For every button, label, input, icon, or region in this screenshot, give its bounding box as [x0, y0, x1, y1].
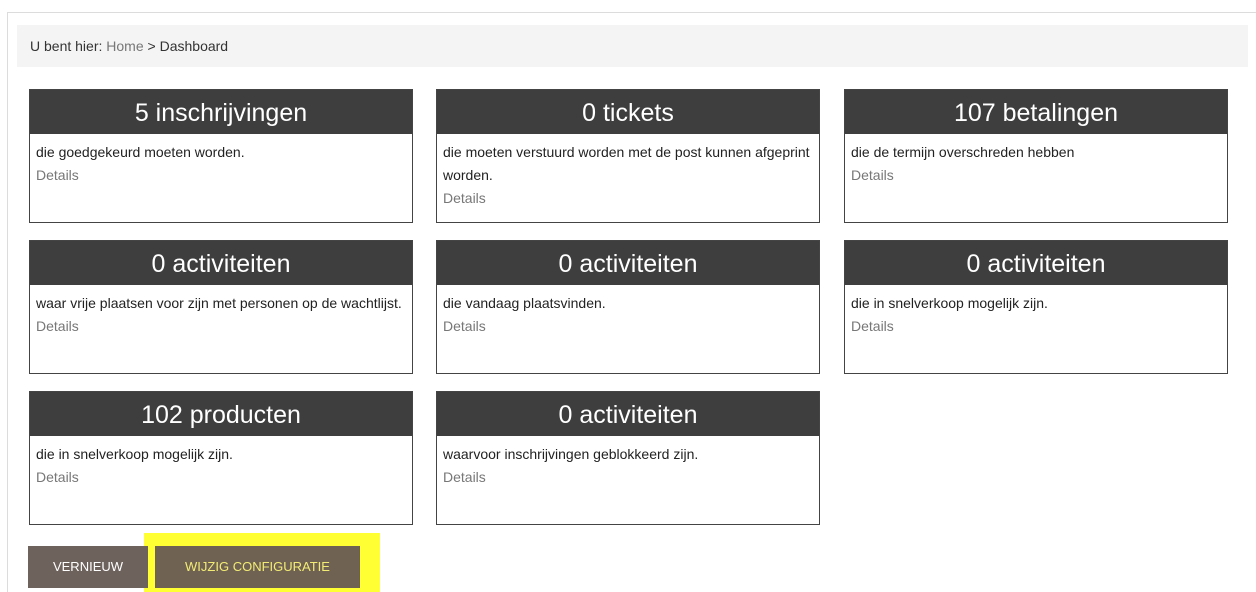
card-body: waar vrije plaatsen voor zijn met person…	[30, 285, 412, 338]
card-description: die goedgekeurd moeten worden.	[36, 144, 245, 160]
card-body: die goedgekeurd moeten worden. Details	[30, 134, 412, 187]
details-link[interactable]: Details	[36, 164, 79, 187]
details-link[interactable]: Details	[443, 466, 486, 489]
card-producten: 102 producten die in snelverkoop mogelij…	[29, 391, 413, 525]
card-title: 0 activiteiten	[437, 392, 819, 436]
card-body: die vandaag plaatsvinden. Details	[437, 285, 819, 338]
card-betalingen: 107 betalingen die de termijn overschred…	[844, 89, 1228, 223]
card-activiteiten-wachtlijst: 0 activiteiten waar vrije plaatsen voor …	[29, 240, 413, 374]
card-tickets: 0 tickets die moeten verstuurd worden me…	[436, 89, 820, 223]
details-link[interactable]: Details	[36, 466, 79, 489]
details-link[interactable]: Details	[851, 164, 894, 187]
breadcrumb-home-link[interactable]: Home	[106, 38, 143, 54]
card-activiteiten-snelverkoop: 0 activiteiten die in snelverkoop mogeli…	[844, 240, 1228, 374]
card-inschrijvingen: 5 inschrijvingen die goedgekeurd moeten …	[29, 89, 413, 223]
details-link[interactable]: Details	[851, 315, 894, 338]
card-title: 107 betalingen	[845, 90, 1227, 134]
card-description: die moeten verstuurd worden met de post …	[443, 144, 810, 183]
card-body: die moeten verstuurd worden met de post …	[437, 134, 819, 210]
refresh-button[interactable]: VERNIEUW	[28, 546, 148, 588]
breadcrumb: U bent hier: Home > Dashboard	[17, 25, 1248, 67]
card-title: 0 activiteiten	[437, 241, 819, 285]
card-body: die in snelverkoop mogelijk zijn. Detail…	[845, 285, 1227, 338]
card-body: die in snelverkoop mogelijk zijn. Detail…	[30, 436, 412, 489]
card-title: 5 inschrijvingen	[30, 90, 412, 134]
card-description: die in snelverkoop mogelijk zijn.	[36, 446, 233, 462]
breadcrumb-separator: >	[147, 38, 156, 54]
card-body: die de termijn overschreden hebben Detai…	[845, 134, 1227, 187]
card-description: die vandaag plaatsvinden.	[443, 295, 606, 311]
breadcrumb-current: Dashboard	[159, 38, 229, 54]
card-title: 102 producten	[30, 392, 412, 436]
details-link[interactable]: Details	[443, 315, 486, 338]
card-activiteiten-vandaag: 0 activiteiten die vandaag plaatsvinden.…	[436, 240, 820, 374]
card-title: 0 activiteiten	[845, 241, 1227, 285]
card-body: waarvoor inschrijvingen geblokkeerd zijn…	[437, 436, 819, 489]
details-link[interactable]: Details	[443, 187, 486, 210]
card-description: die de termijn overschreden hebben	[851, 144, 1075, 160]
details-link[interactable]: Details	[36, 315, 79, 338]
card-title: 0 tickets	[437, 90, 819, 134]
card-title: 0 activiteiten	[30, 241, 412, 285]
change-configuration-button[interactable]: WIJZIG CONFIGURATIE	[155, 546, 360, 588]
card-description: die in snelverkoop mogelijk zijn.	[851, 295, 1048, 311]
card-activiteiten-geblokkeerd: 0 activiteiten waarvoor inschrijvingen g…	[436, 391, 820, 525]
breadcrumb-prefix: U bent hier:	[30, 38, 103, 54]
card-description: waar vrije plaatsen voor zijn met person…	[36, 295, 402, 311]
card-description: waarvoor inschrijvingen geblokkeerd zijn…	[443, 446, 699, 462]
